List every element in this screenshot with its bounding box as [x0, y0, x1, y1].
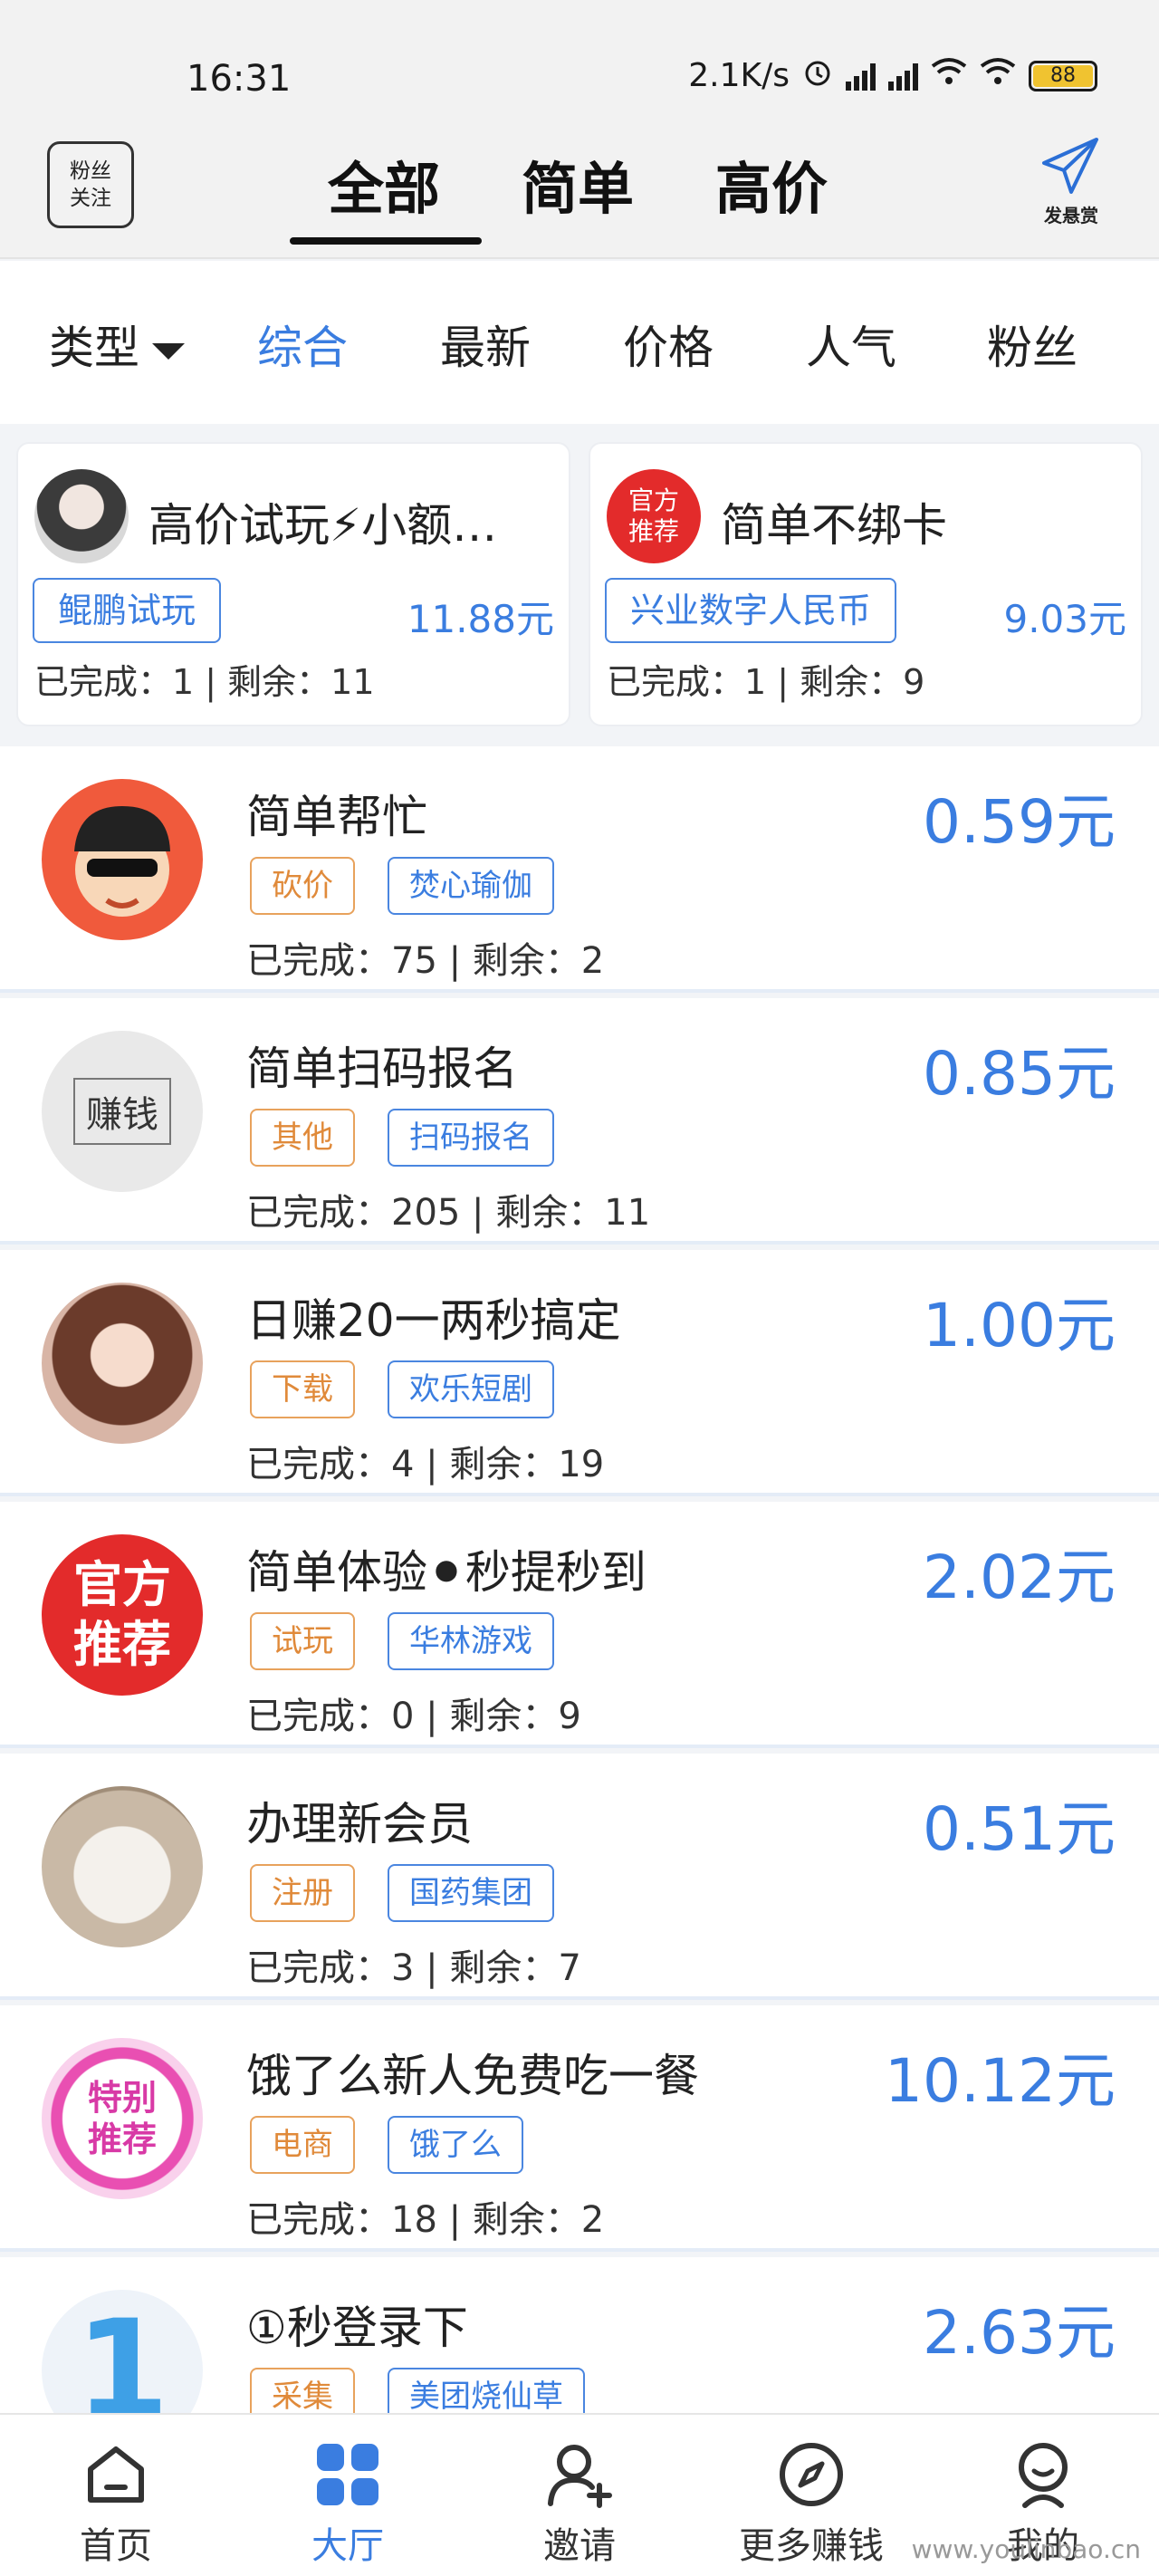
merchant-tag: 鲲鹏试玩 — [33, 578, 222, 643]
alarm-icon — [802, 56, 833, 95]
task-title: 简单体验⚫秒提秒到 — [246, 1546, 647, 1599]
avatar — [42, 1283, 203, 1444]
special-recommend-badge: 特别 推荐 — [42, 2038, 203, 2199]
avatar — [42, 1786, 203, 1947]
task-tags: 电商 饿了么 — [250, 2116, 523, 2174]
task-progress: 已完成：75 | 剩余：2 — [246, 940, 605, 982]
list-item[interactable]: 办理新会员 0.51元 注册 国药集团 已完成：3 | 剩余：7 — [0, 1754, 1159, 2000]
net-speed: 2.1K/s — [688, 57, 790, 94]
status-bar: 16:31 2.1K/s 88 — [0, 0, 1159, 127]
task-title: 简单帮忙 — [246, 791, 427, 843]
task-type-tag: 其他 — [250, 1109, 355, 1167]
task-price: 2.63元 — [923, 2298, 1116, 2368]
status-icons: 2.1K/s 88 — [688, 56, 1097, 95]
task-tags: 其他 扫码报名 — [250, 1109, 554, 1167]
task-title: 饿了么新人免费吃一餐 — [246, 2050, 699, 2102]
featured-card[interactable]: 官方 推荐 简单不绑卡 兴业数字人民币 9.03元 已完成：1 | 剩余：9 — [589, 442, 1143, 726]
avatar: 赚钱 — [42, 1031, 203, 1192]
tab-simple[interactable]: 简单 — [522, 143, 634, 225]
add-user-icon — [548, 2445, 612, 2508]
merchant-tag: 兴业数字人民币 — [605, 578, 897, 643]
list-item[interactable]: 官方 推荐 简单体验⚫秒提秒到 2.02元 试玩 华林游戏 已完成：0 | 剩余：… — [0, 1502, 1159, 2420]
featured-price: 11.88元 — [407, 597, 554, 641]
fans-follow-button[interactable]: 粉丝 关注 — [47, 141, 134, 228]
tab-all[interactable]: 全部 — [328, 143, 440, 225]
filter-popularity[interactable]: 人气 — [806, 312, 896, 377]
task-title: 简单扫码报名 — [246, 1043, 518, 1095]
merchant-tag: 焚心瑜伽 — [388, 857, 554, 915]
featured-title: 简单不绑卡 — [721, 499, 947, 552]
merchant-tag: 饿了么 — [388, 2116, 523, 2174]
task-type-tag: 下载 — [250, 1360, 355, 1418]
list-item[interactable]: 简单帮忙 0.59元 砍价 焚心瑜伽 已完成：75 | 剩余：2 — [0, 746, 1159, 993]
task-title: ①秒登录下 — [246, 2302, 468, 2354]
active-tab-indicator — [290, 237, 482, 245]
signal-icon-2 — [888, 62, 918, 91]
home-icon — [88, 2446, 144, 2503]
bottom-nav: 首页 大厅 邀请 更多赚钱 我的 www.youlinbao.cn — [0, 2413, 1159, 2576]
send-icon — [1042, 138, 1098, 194]
profile-icon — [1019, 2443, 1068, 2508]
task-progress: 已完成：3 | 剩余：7 — [246, 1947, 581, 1989]
compass-icon — [780, 2443, 843, 2506]
task-price: 1.00元 — [923, 1291, 1116, 1360]
nav-invite[interactable]: 邀请 — [489, 2440, 670, 2569]
filter-bar: 类型 综合 最新 价格 人气 粉丝 — [0, 261, 1159, 424]
task-type-tag: 注册 — [250, 1864, 355, 1922]
task-price: 0.85元 — [923, 1039, 1116, 1109]
merchant-tag: 国药集团 — [388, 1864, 554, 1922]
featured-card[interactable]: 高价试玩⚡小额… 鲲鹏试玩 11.88元 已完成：1 | 剩余：11 — [16, 442, 570, 726]
status-time: 16:31 — [187, 58, 292, 100]
hotspot-icon — [980, 57, 1016, 94]
filter-latest[interactable]: 最新 — [440, 312, 531, 377]
avatar — [42, 779, 203, 940]
task-price: 0.51元 — [923, 1794, 1116, 1864]
filter-fans[interactable]: 粉丝 — [987, 312, 1078, 377]
signal-icon — [846, 62, 876, 91]
list-item[interactable]: 特别 推荐 饿了么新人免费吃一餐 10.12元 电商 饿了么 已完成：18 | 剩… — [0, 2005, 1159, 2252]
task-tags: 试玩 华林游戏 — [250, 1612, 554, 1670]
battery-icon: 88 — [1029, 60, 1097, 91]
featured-price: 9.03元 — [1003, 597, 1126, 641]
list-item[interactable]: 日赚20一两秒搞定 1.00元 下载 欢乐短剧 已完成：4 | 剩余：19 — [0, 1250, 1159, 1496]
task-progress: 已完成：4 | 剩余：19 — [246, 1444, 605, 1485]
list-item[interactable]: 赚钱 简单扫码报名 0.85元 其他 扫码报名 已完成：205 | 剩余：11 — [0, 998, 1159, 1413]
filter-type-dropdown[interactable]: 类型 — [49, 312, 185, 377]
task-title: 办理新会员 — [246, 1798, 473, 1850]
merchant-tag: 扫码报名 — [388, 1109, 554, 1167]
task-progress: 已完成：205 | 剩余：11 — [246, 1192, 651, 1234]
task-price: 2.02元 — [923, 1543, 1116, 1612]
nav-more-earn[interactable]: 更多赚钱 — [721, 2440, 902, 2569]
task-progress: 已完成：18 | 剩余：2 — [246, 2199, 605, 2241]
nav-home[interactable]: 首页 — [25, 2440, 206, 2569]
official-badge: 官方 推荐 — [607, 469, 701, 563]
nav-hall[interactable]: 大厅 — [257, 2440, 438, 2569]
task-progress: 已完成：0 | 剩余：9 — [246, 1696, 581, 1737]
task-type-tag: 砍价 — [250, 857, 355, 915]
tab-high-price[interactable]: 高价 — [715, 143, 828, 225]
wifi-icon — [931, 57, 967, 94]
task-price: 10.12元 — [885, 2046, 1116, 2116]
merchant-tag: 华林游戏 — [388, 1612, 554, 1670]
task-type-tag: 试玩 — [250, 1612, 355, 1670]
top-nav: 粉丝 关注 全部 简单 高价 发悬赏 — [0, 127, 1159, 259]
filter-comprehensive[interactable]: 综合 — [257, 312, 348, 377]
task-title: 日赚20一两秒搞定 — [246, 1294, 621, 1347]
grid-icon — [317, 2444, 378, 2505]
post-reward-button[interactable]: 发悬赏 — [1030, 134, 1112, 227]
filter-price[interactable]: 价格 — [623, 312, 714, 377]
watermark: www.youlinbao.cn — [911, 2534, 1141, 2564]
merchant-tag: 欢乐短剧 — [388, 1360, 554, 1418]
avatar — [34, 469, 129, 563]
featured-progress: 已完成：1 | 剩余：11 — [34, 662, 375, 702]
task-tags: 注册 国药集团 — [250, 1864, 554, 1922]
featured-title: 高价试玩⚡小额… — [148, 499, 498, 552]
task-type-tag: 电商 — [250, 2116, 355, 2174]
task-tags: 砍价 焚心瑜伽 — [250, 857, 554, 915]
task-tags: 下载 欢乐短剧 — [250, 1360, 554, 1418]
official-badge: 官方 推荐 — [42, 1534, 203, 1696]
featured-progress: 已完成：1 | 剩余：9 — [607, 662, 925, 702]
caret-down-icon — [152, 342, 185, 360]
task-price: 0.59元 — [923, 787, 1116, 857]
